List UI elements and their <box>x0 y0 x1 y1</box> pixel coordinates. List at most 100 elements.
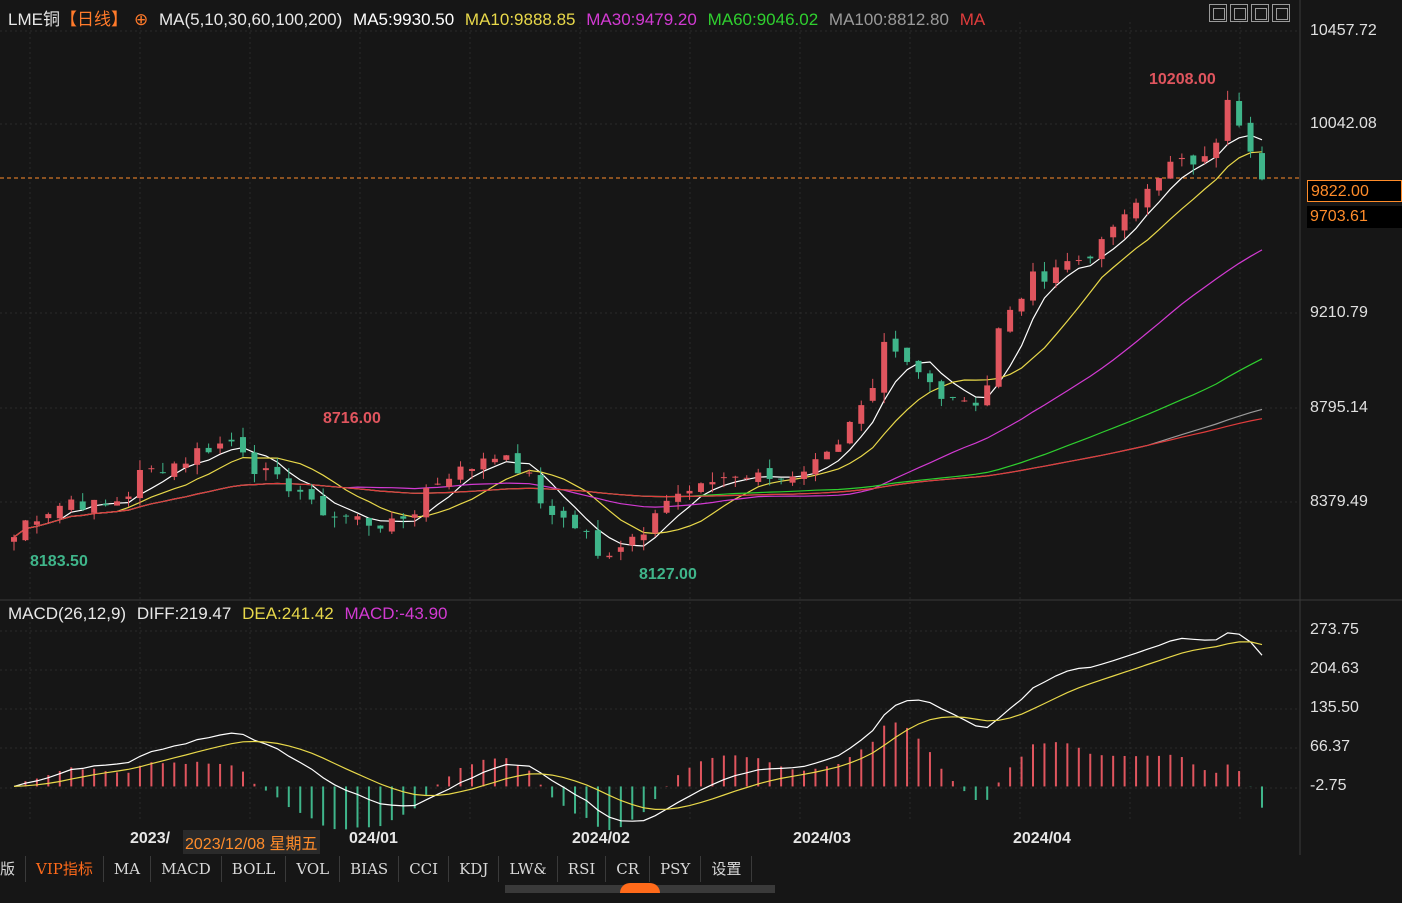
layout-tool-icon[interactable] <box>1230 4 1248 22</box>
ma5-line <box>13 134 1263 547</box>
candle-up <box>136 469 143 499</box>
period-label[interactable]: 【日线】 <box>60 10 128 29</box>
tab-kdj[interactable]: KDJ <box>449 856 500 882</box>
candle-up <box>354 516 361 520</box>
candle-up <box>1201 156 1208 162</box>
candle-up <box>869 388 876 401</box>
candle-up <box>423 487 430 518</box>
tab-macd[interactable]: MACD <box>151 856 222 882</box>
dea-value: DEA:241.42 <box>242 604 334 623</box>
candle-down <box>285 478 292 492</box>
tab-ma[interactable]: MA <box>104 856 152 882</box>
tab-vol[interactable]: VOL <box>286 856 341 882</box>
macd-tick: 273.75 <box>1310 621 1359 638</box>
candle-up <box>1064 261 1071 270</box>
tab-ban[interactable]: 版 <box>0 856 27 882</box>
indicator-tool-icon[interactable] <box>1251 4 1269 22</box>
price-tick: 10457.72 <box>1310 22 1377 39</box>
candle-down <box>239 437 246 453</box>
tab-cr[interactable]: CR <box>606 856 651 882</box>
macd-value: MACD:-43.90 <box>344 604 448 623</box>
tab-vip[interactable]: VIP指标 <box>26 856 104 882</box>
candle-up <box>91 499 98 513</box>
candle-up <box>171 463 178 477</box>
tab-psy[interactable]: PSY <box>650 856 702 882</box>
candle-down <box>205 447 212 453</box>
ma30-line <box>13 249 1263 538</box>
candle-down <box>572 514 579 529</box>
candle-down <box>1259 153 1265 180</box>
high-label: 10208.00 <box>1149 71 1216 88</box>
candle-up <box>56 505 63 519</box>
ma10-value: MA10:9888.85 <box>464 10 576 29</box>
candle-down <box>1041 271 1048 282</box>
crosshair-tool-icon[interactable] <box>1209 4 1227 22</box>
scroll-thumb[interactable] <box>620 883 660 893</box>
macd-tick: -2.75 <box>1310 777 1347 794</box>
candle-up <box>45 514 52 519</box>
candle-up <box>468 469 475 472</box>
crosshair-price-box: 9703.61 <box>1307 206 1402 228</box>
macd-tick: 135.50 <box>1310 699 1359 716</box>
candle-up <box>1167 161 1174 179</box>
candle-down <box>583 530 590 532</box>
ma-params[interactable]: MA(5,10,30,60,100,200) <box>159 10 342 29</box>
tab-boll[interactable]: BOLL <box>222 856 287 882</box>
price-tick: 8379.49 <box>1310 493 1368 510</box>
candle-up <box>1052 267 1059 284</box>
candle-down <box>1247 122 1254 152</box>
candles <box>11 90 1265 561</box>
current-price-box: 9822.00 <box>1307 180 1402 202</box>
candle-down <box>400 516 407 519</box>
candle-up <box>858 405 865 424</box>
date-tooltip: 2023/12/08 星期五 <box>183 830 320 854</box>
candle-up <box>1121 214 1128 231</box>
candle-down <box>560 510 567 518</box>
date-tick: 024/01 <box>349 830 398 847</box>
candle-up <box>1030 271 1037 301</box>
candle-up <box>491 458 498 463</box>
symbol-label[interactable]: LME铜 <box>8 10 60 29</box>
window-tool-icon[interactable] <box>1272 4 1290 22</box>
candle-up <box>663 500 670 513</box>
price-tick: 10042.08 <box>1310 115 1377 132</box>
candle-up <box>801 471 808 479</box>
candle-up <box>789 476 796 483</box>
date-tick: 2023/ <box>130 830 171 847</box>
tab-lw[interactable]: LW& <box>499 856 558 882</box>
candle-up <box>846 421 853 444</box>
add-icon[interactable]: ⊕ <box>134 10 148 29</box>
tab-rsi[interactable]: RSI <box>558 856 607 882</box>
candle-up <box>114 501 121 506</box>
macd-params[interactable]: MACD(26,12,9) <box>8 604 126 623</box>
tab-cci[interactable]: CCI <box>399 856 450 882</box>
tab-bias[interactable]: BIAS <box>340 856 400 882</box>
kline-chart[interactable]: 10208.00 8716.00 8183.50 8127.00 <box>0 0 1402 903</box>
ma10-line <box>13 151 1263 538</box>
candle-down <box>1190 155 1197 165</box>
candle-up <box>984 385 991 406</box>
candle-up <box>1018 298 1025 312</box>
macd-panel <box>13 632 1263 831</box>
candle-up <box>720 477 727 479</box>
candle-down <box>892 338 899 352</box>
tab-settings[interactable]: 设置 <box>701 856 753 882</box>
candle-down <box>331 516 338 518</box>
price-tick: 9210.79 <box>1310 304 1368 321</box>
candle-up <box>182 463 189 468</box>
candle-down <box>308 489 315 500</box>
candle-up <box>1133 202 1140 219</box>
candle-up <box>835 444 842 452</box>
candle-down <box>320 495 327 516</box>
candle-down <box>343 515 350 517</box>
candle-up <box>1178 157 1185 160</box>
candle-down <box>365 517 372 526</box>
grid-lines <box>0 0 1402 855</box>
candle-up <box>675 493 682 502</box>
candle-up <box>480 458 487 470</box>
candle-up <box>11 537 17 542</box>
candle-up <box>526 472 533 474</box>
candle-up <box>503 455 510 460</box>
candle-down <box>537 475 544 504</box>
candle-down <box>297 489 304 492</box>
